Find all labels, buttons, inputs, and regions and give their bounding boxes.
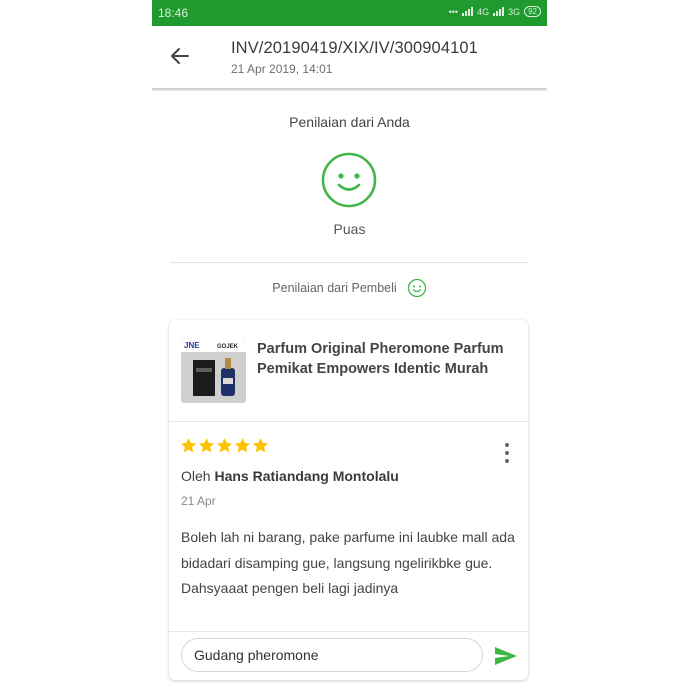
seller-rating-title: Penilaian dari Anda xyxy=(289,114,410,130)
star-icon xyxy=(180,438,197,453)
product-image: JNE GOJEK xyxy=(181,338,246,403)
divider xyxy=(169,631,528,632)
status-time: 18:46 xyxy=(158,6,189,20)
star-icon xyxy=(252,438,269,453)
status-bar: 18:46 ••• 4G 3G 92 xyxy=(152,0,547,26)
signal-icon xyxy=(493,7,505,16)
smiley-face-icon xyxy=(321,152,377,208)
star-rating xyxy=(180,437,269,454)
divider xyxy=(169,421,528,422)
invoice-datetime: 21 Apr 2019, 14:01 xyxy=(231,62,333,76)
header-shadow xyxy=(152,88,547,91)
product-title[interactable]: Parfum Original Pheromone Parfum Pemikat… xyxy=(257,339,519,379)
signal-icon xyxy=(462,7,474,16)
app-header: INV/20190419/XIX/IV/300904101 21 Apr 201… xyxy=(152,26,547,88)
jne-logo: JNE xyxy=(184,341,200,350)
reviewer-name: Hans Ratiandang Montolalu xyxy=(214,468,399,484)
reply-input[interactable] xyxy=(181,638,483,672)
review-text: Boleh lah ni barang, pake parfume ini la… xyxy=(181,529,515,596)
product-thumbnail[interactable]: JNE GOJEK xyxy=(181,338,246,403)
star-icon xyxy=(198,438,215,453)
buyer-rating-title: Penilaian dari Pembeli xyxy=(272,281,397,295)
network-label-1: 4G xyxy=(477,6,490,17)
review-card: JNE GOJEK Parfum Original Pheromone Parf… xyxy=(169,320,528,680)
reviewer-line: Oleh Hans Ratiandang Montolalu xyxy=(181,468,399,484)
rating-label: Puas xyxy=(333,221,366,237)
smiley-face-icon xyxy=(407,278,426,298)
app-screen: 18:46 ••• 4G 3G 92 INV/20190419/XIX/IV/3… xyxy=(152,0,547,700)
star-icon xyxy=(216,438,233,453)
kebab-menu-icon[interactable] xyxy=(504,443,510,463)
reviewer-prefix: Oleh xyxy=(181,468,211,484)
network-label-2: 3G xyxy=(508,6,521,17)
gojek-logo: GOJEK xyxy=(217,344,239,350)
battery-icon: 92 xyxy=(524,6,541,17)
arrow-left-icon[interactable] xyxy=(168,44,192,68)
review-date: 21 Apr xyxy=(181,494,216,508)
dots-icon: ••• xyxy=(448,6,459,17)
invoice-title: INV/20190419/XIX/IV/300904101 xyxy=(231,39,478,57)
star-icon xyxy=(234,438,251,453)
divider xyxy=(170,262,529,263)
buyer-rating-row: Penilaian dari Pembeli xyxy=(152,278,547,298)
status-indicators: ••• 4G 3G 92 xyxy=(449,6,541,17)
send-icon[interactable] xyxy=(494,646,518,666)
